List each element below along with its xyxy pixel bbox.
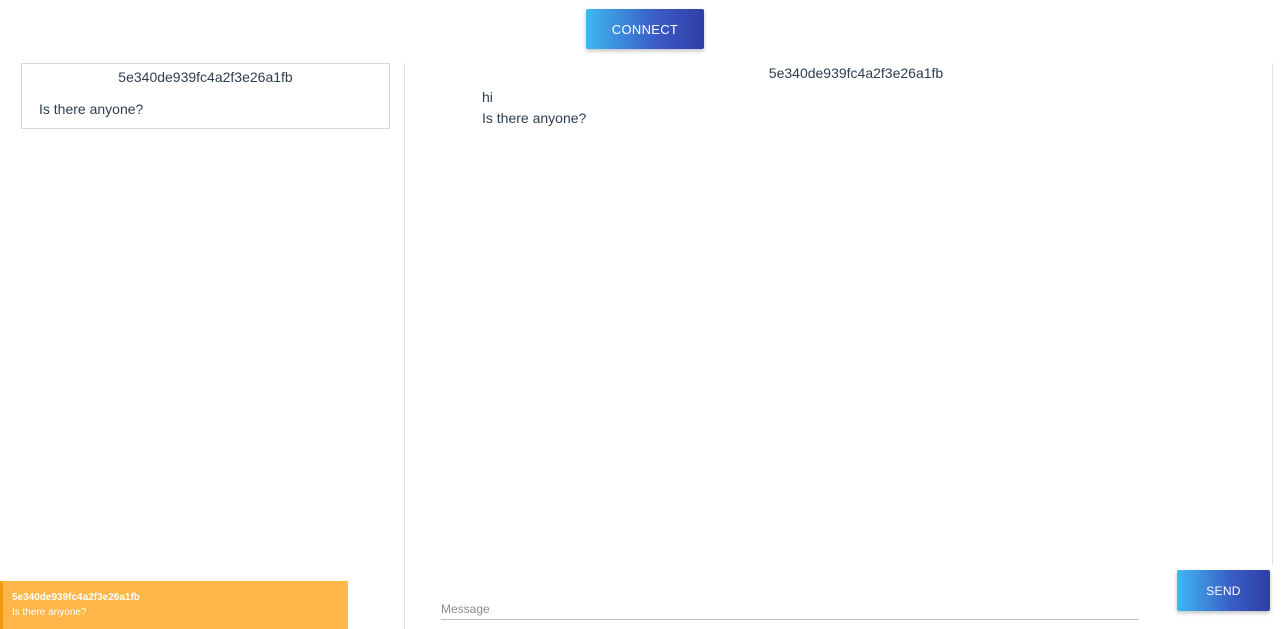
conversation-list: 5e340de939fc4a2f3e26a1fb Is there anyone… xyxy=(0,63,404,629)
right-edge-divider xyxy=(1272,63,1273,565)
conversation-last-message: Is there anyone? xyxy=(39,101,144,117)
conversation-id: 5e340de939fc4a2f3e26a1fb xyxy=(118,69,293,85)
message: Is there anyone? xyxy=(482,110,587,126)
conversation-card[interactable]: 5e340de939fc4a2f3e26a1fb Is there anyone… xyxy=(21,63,390,129)
message-list: hi Is there anyone? xyxy=(482,87,586,129)
message: hi xyxy=(482,89,493,105)
message-input[interactable] xyxy=(441,598,1138,620)
panel-divider xyxy=(404,63,405,629)
notification-toast[interactable]: 5e340de939fc4a2f3e26a1fb Is there anyone… xyxy=(0,581,348,629)
connect-button[interactable]: CONNECT xyxy=(586,9,704,49)
chat-header: 5e340de939fc4a2f3e26a1fb xyxy=(768,65,944,81)
send-button[interactable]: SEND xyxy=(1177,570,1270,611)
notification-message: Is there anyone? xyxy=(12,607,87,618)
notification-title: 5e340de939fc4a2f3e26a1fb xyxy=(12,592,140,603)
chat-app: CONNECT 5e340de939fc4a2f3e26a1fb Is ther… xyxy=(0,0,1287,629)
